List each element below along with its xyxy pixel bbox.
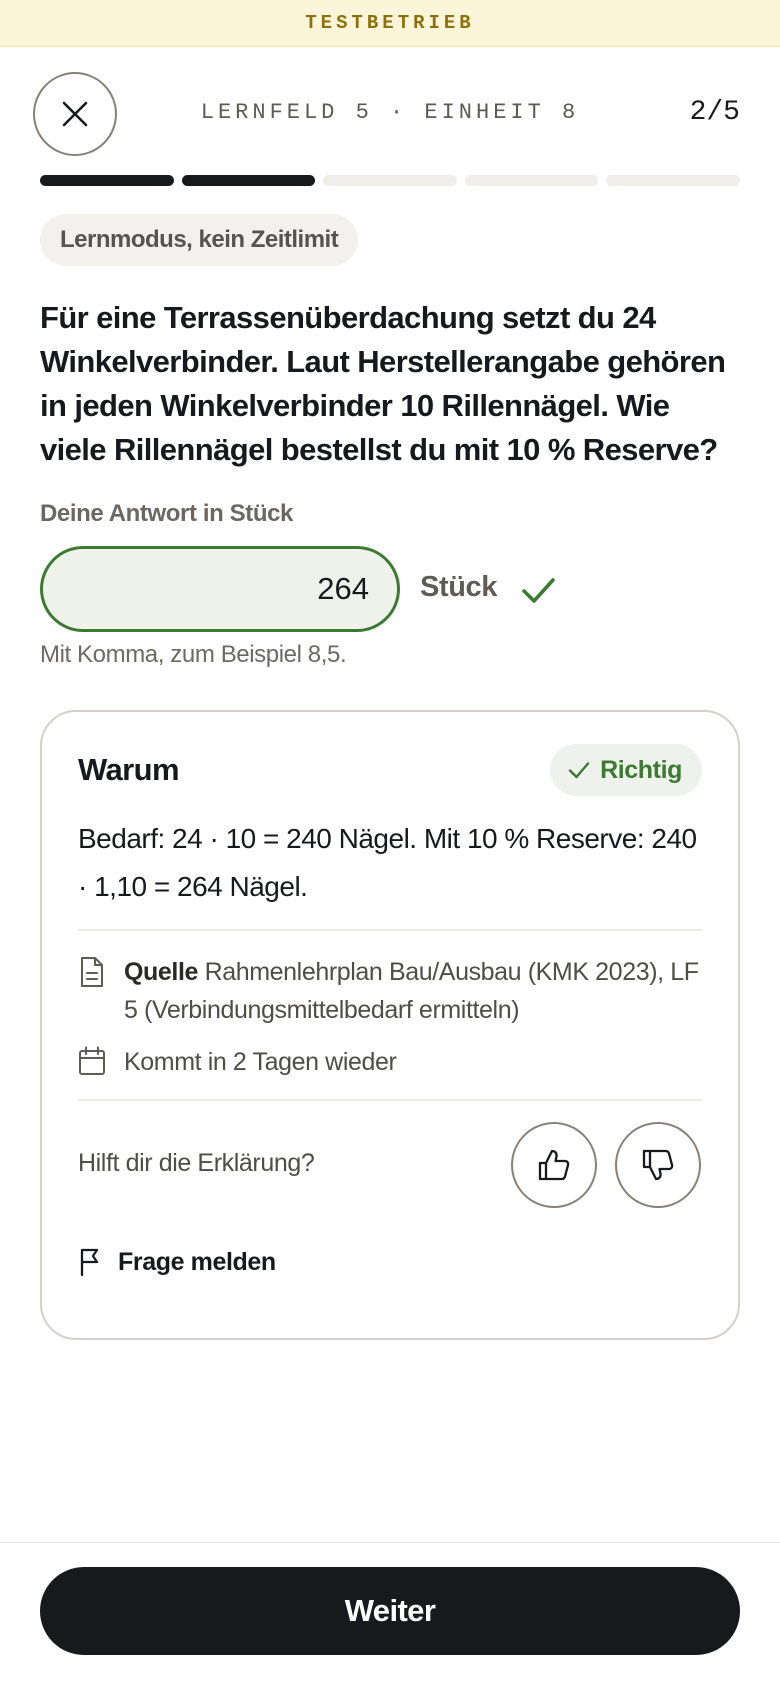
feedback-question: Hilft dir die Erklärung?	[78, 1149, 315, 1177]
question-text: Für eine Terrassenüberdachung setzt du 2…	[40, 300, 726, 467]
progress-segment	[464, 175, 599, 186]
source-text: Quelle Rahmenlehrplan Bau/Ausbau (KMK 20…	[124, 953, 702, 1029]
next-button[interactable]: Weiter	[40, 1567, 740, 1655]
result-badge: Richtig	[550, 744, 702, 796]
report-question-button[interactable]: Frage melden	[78, 1247, 276, 1277]
mode-badge-label: Lernmodus, kein Zeitlimit	[60, 226, 339, 253]
document-icon	[81, 957, 103, 987]
thumbs-up-icon	[538, 1149, 570, 1181]
source-value: Rahmenlehrplan Bau/Ausbau (KMK 2023), LF…	[124, 958, 699, 1024]
divider	[78, 929, 702, 931]
progress-segment	[181, 175, 316, 186]
report-label: Frage melden	[118, 1247, 276, 1276]
banner-text: TESTBETRIEB	[305, 12, 475, 34]
review-text: Kommt in 2 Tagen wieder	[124, 1048, 397, 1076]
answer-unit: Stück	[420, 571, 497, 603]
source-row: Quelle Rahmenlehrplan Bau/Ausbau (KMK 20…	[78, 953, 702, 1029]
close-icon	[62, 101, 88, 127]
review-row: Kommt in 2 Tagen wieder	[78, 1043, 702, 1081]
progress-segment	[323, 175, 457, 186]
bottom-bar: Weiter	[0, 1542, 780, 1689]
mode-badge: Lernmodus, kein Zeitlimit	[40, 214, 359, 266]
close-button[interactable]	[33, 72, 117, 156]
explanation-title: Warum	[78, 752, 180, 787]
explanation-card: Warum Richtig Bedarf: 24 · 10 = 240 Näge…	[40, 710, 740, 1340]
progress-segment	[606, 175, 740, 186]
check-icon	[568, 762, 590, 779]
answer-input[interactable]	[40, 546, 400, 632]
thumbs-down-icon	[642, 1149, 674, 1181]
flag-icon	[80, 1248, 99, 1277]
result-badge-label: Richtig	[600, 755, 682, 784]
lesson-title: LERNFELD 5 · EINHEIT 8	[200, 100, 580, 125]
test-mode-banner: TESTBETRIEB	[0, 0, 780, 47]
calendar-icon	[79, 1046, 105, 1075]
next-button-label: Weiter	[344, 1593, 436, 1628]
explanation-text: Bedarf: 24 · 10 = 240 Nägel. Mit 10 % Re…	[78, 823, 697, 902]
source-label: Quelle	[124, 958, 199, 986]
input-hint: Mit Komma, zum Beispiel 8,5.	[40, 641, 347, 668]
progress-bar	[40, 175, 740, 186]
progress-segment	[40, 175, 174, 186]
answer-label: Deine Antwort in Stück	[40, 500, 293, 527]
check-icon	[522, 578, 555, 603]
question-counter: 2/5	[689, 97, 740, 128]
thumbs-down-button[interactable]	[615, 1122, 701, 1208]
thumbs-up-button[interactable]	[511, 1122, 597, 1208]
divider	[78, 1099, 702, 1101]
